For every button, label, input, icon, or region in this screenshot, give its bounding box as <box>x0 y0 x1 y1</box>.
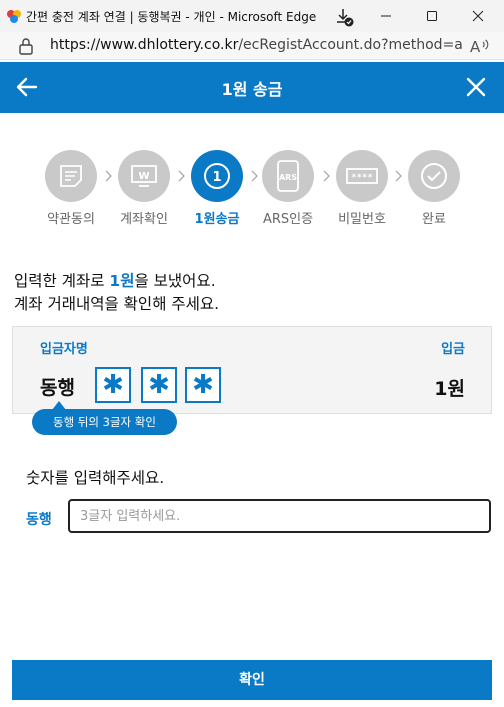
step-ars-auth: ARS ARS인증 <box>248 150 328 227</box>
address-bar[interactable]: https://www.dhlottery.co.kr/ecRegistAcco… <box>0 32 504 60</box>
amount-label: 입금 <box>441 342 465 357</box>
document-icon <box>60 165 82 187</box>
input-prompt: 숫자를 입력해주세요. <box>26 469 165 487</box>
step-label: ARS인증 <box>262 212 314 227</box>
step-circle-active: 1 <box>191 150 243 202</box>
maximize-icon <box>427 11 437 21</box>
step-label: 완료 <box>422 212 446 227</box>
step-circle <box>408 150 460 202</box>
confirm-button[interactable]: 확인 <box>12 660 492 700</box>
read-aloud-icon[interactable]: A <box>470 37 490 55</box>
svg-text:W: W <box>138 171 149 182</box>
url-host: https://www.dhlottery.co.kr <box>50 37 239 53</box>
url-path: /ecRegistAccount.do?method=accou… <box>238 37 462 53</box>
message-line-1: 입력한 계좌로 1원을 보냈어요. <box>14 270 219 293</box>
step-label: 약관동의 <box>47 212 95 227</box>
check-circle-icon <box>421 163 447 189</box>
masked-char-box: ✱ <box>141 367 177 403</box>
password-field-icon: **** <box>346 168 378 184</box>
minimize-button[interactable] <box>363 0 409 32</box>
minimize-icon <box>381 15 391 17</box>
step-password: **** 비밀번호 <box>322 150 402 227</box>
lottery-app-icon <box>7 10 21 23</box>
step-label: 비밀번호 <box>338 212 386 227</box>
step-icon-text: ARS <box>279 173 297 182</box>
input-prefix-label: 동행 <box>26 512 52 528</box>
step-terms: 약관동의 <box>31 150 111 227</box>
window-close-button[interactable] <box>455 0 501 32</box>
page-title: 1원 송금 <box>221 80 283 99</box>
step-icon-text: **** <box>351 173 373 183</box>
app-window: 간편 충전 계좌 연결 | 동행복권 - 개인 - Microsoft Edge… <box>0 0 504 707</box>
verification-code-input[interactable] <box>68 499 491 533</box>
deposit-amount: 1원 <box>434 378 465 400</box>
step-label: 계좌확인 <box>120 212 168 227</box>
deposit-info-box: 입금자명 입금 동행 ✱ ✱ ✱ 1원 <box>12 326 492 414</box>
message-pre: 입력한 계좌로 <box>14 272 110 290</box>
step-circle: ARS <box>262 150 314 202</box>
maximize-button[interactable] <box>409 0 455 32</box>
step-label: 1원송금 <box>194 212 240 227</box>
instruction-message: 입력한 계좌로 1원을 보냈어요. 계좌 거래내역을 확인해 주세요. <box>14 270 219 316</box>
message-post: 을 보냈어요. <box>134 272 216 290</box>
message-highlight: 1원 <box>109 272 135 290</box>
message-line-2: 계좌 거래내역을 확인해 주세요. <box>14 295 220 313</box>
progress-steps: 약관동의 W 계좌확인 1 1원송금 ARS ARS인증 **** 비밀번호 완… <box>0 150 504 230</box>
depositor-label: 입금자명 <box>40 342 88 357</box>
close-icon <box>472 10 484 22</box>
step-icon-text: 1 <box>212 170 221 185</box>
phone-ars-icon: ARS <box>277 160 299 192</box>
depositor-name: 동행 <box>40 377 75 399</box>
step-one-won-transfer: 1 1원송금 <box>177 150 257 227</box>
modal-header: 1원 송금 <box>0 62 504 113</box>
url-text[interactable]: https://www.dhlottery.co.kr/ecRegistAcco… <box>50 37 462 53</box>
hint-tooltip: 동행 뒤의 3글자 확인 <box>32 401 177 435</box>
step-account-check: W 계좌확인 <box>104 150 184 227</box>
lock-icon[interactable] <box>18 37 34 55</box>
downloads-icon[interactable] <box>334 6 356 28</box>
step-circle <box>45 150 97 202</box>
close-icon[interactable] <box>464 75 488 99</box>
svg-text:A: A <box>470 38 481 55</box>
title-bar: 간편 충전 계좌 연결 | 동행복권 - 개인 - Microsoft Edge <box>0 0 504 32</box>
monitor-w-icon: W <box>131 165 157 187</box>
window-title: 간편 충전 계좌 연결 | 동행복권 - 개인 - Microsoft Edge <box>26 10 317 24</box>
masked-char-box: ✱ <box>185 367 221 403</box>
step-circle: W <box>118 150 170 202</box>
masked-char-box: ✱ <box>95 367 131 403</box>
step-complete: 완료 <box>394 150 474 227</box>
number-one-icon: 1 <box>204 163 230 189</box>
step-circle: **** <box>336 150 388 202</box>
